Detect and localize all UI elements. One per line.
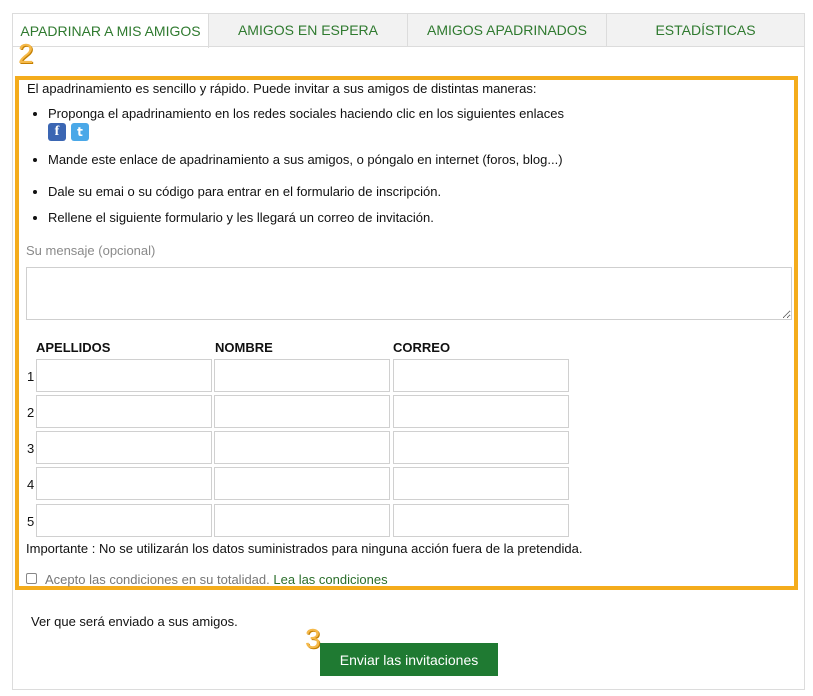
apellidos-input[interactable]: [36, 395, 212, 428]
row-number: 2: [27, 405, 35, 420]
conditions-checkbox[interactable]: [26, 573, 37, 584]
message-label: Su mensaje (opcional): [26, 243, 156, 258]
list-item: Mande este enlace de apadrinamiento a su…: [48, 152, 748, 184]
options-list: Proponga el apadrinamiento en los redes …: [26, 106, 748, 232]
list-item: Dale su emai o su código para entrar en …: [48, 184, 748, 210]
nombre-input[interactable]: [214, 395, 390, 428]
option-text: Mande este enlace de apadrinamiento a su…: [48, 152, 563, 167]
message-textarea[interactable]: [26, 267, 792, 320]
option-text: Rellene el siguiente formulario y les ll…: [48, 210, 434, 225]
nombre-input[interactable]: [214, 359, 390, 392]
column-header-nombre: NOMBRE: [215, 340, 273, 355]
tab-amigos-en-espera[interactable]: AMIGOS EN ESPERA: [209, 13, 408, 47]
apellidos-input[interactable]: [36, 467, 212, 500]
list-item: Rellene el siguiente formulario y les ll…: [48, 210, 748, 232]
tab-bar: APADRINAR A MIS AMIGOS AMIGOS EN ESPERA …: [12, 13, 805, 48]
nombre-input[interactable]: [214, 467, 390, 500]
nombre-input[interactable]: [214, 431, 390, 464]
tab-amigos-apadrinados[interactable]: AMIGOS APADRINADOS: [408, 13, 607, 47]
column-header-correo: CORREO: [393, 340, 451, 355]
correo-input[interactable]: [393, 359, 569, 392]
option-text: Proponga el apadrinamiento en los redes …: [48, 106, 564, 121]
send-invitations-button[interactable]: Enviar las invitaciones: [320, 643, 498, 676]
tab-apadrinar[interactable]: APADRINAR A MIS AMIGOS: [12, 13, 209, 48]
row-number: 3: [27, 441, 35, 456]
list-item: Proponga el apadrinamiento en los redes …: [48, 106, 748, 152]
tab-estadisticas[interactable]: ESTADÍSTICAS: [607, 13, 805, 47]
row-number: 1: [27, 369, 35, 384]
conditions-text: Acepto las condiciones en su totalidad. …: [45, 572, 388, 587]
important-note: Importante : No se utilizarán los datos …: [26, 541, 583, 556]
intro-text: El apadrinamiento es sencillo y rápido. …: [27, 81, 537, 96]
apellidos-input[interactable]: [36, 359, 212, 392]
facebook-icon[interactable]: f: [48, 123, 66, 141]
social-links: f t: [48, 123, 748, 141]
row-number: 4: [27, 477, 35, 492]
correo-input[interactable]: [393, 504, 569, 537]
row-number: 5: [27, 514, 35, 529]
option-text: Dale su emai o su código para entrar en …: [48, 184, 442, 199]
column-header-apellidos: APELLIDOS: [36, 340, 111, 355]
conditions-label: Acepto las condiciones en su totalidad.: [45, 572, 270, 587]
step-marker-3: 3: [305, 623, 321, 654]
nombre-input[interactable]: [214, 504, 390, 537]
correo-input[interactable]: [393, 395, 569, 428]
correo-input[interactable]: [393, 467, 569, 500]
apellidos-input[interactable]: [36, 431, 212, 464]
correo-input[interactable]: [393, 431, 569, 464]
step-marker-2: 2: [18, 38, 34, 69]
preview-text: Ver que será enviado a sus amigos.: [31, 614, 238, 629]
conditions-link[interactable]: Lea las condiciones: [273, 572, 387, 587]
twitter-icon[interactable]: t: [71, 123, 89, 141]
apellidos-input[interactable]: [36, 504, 212, 537]
